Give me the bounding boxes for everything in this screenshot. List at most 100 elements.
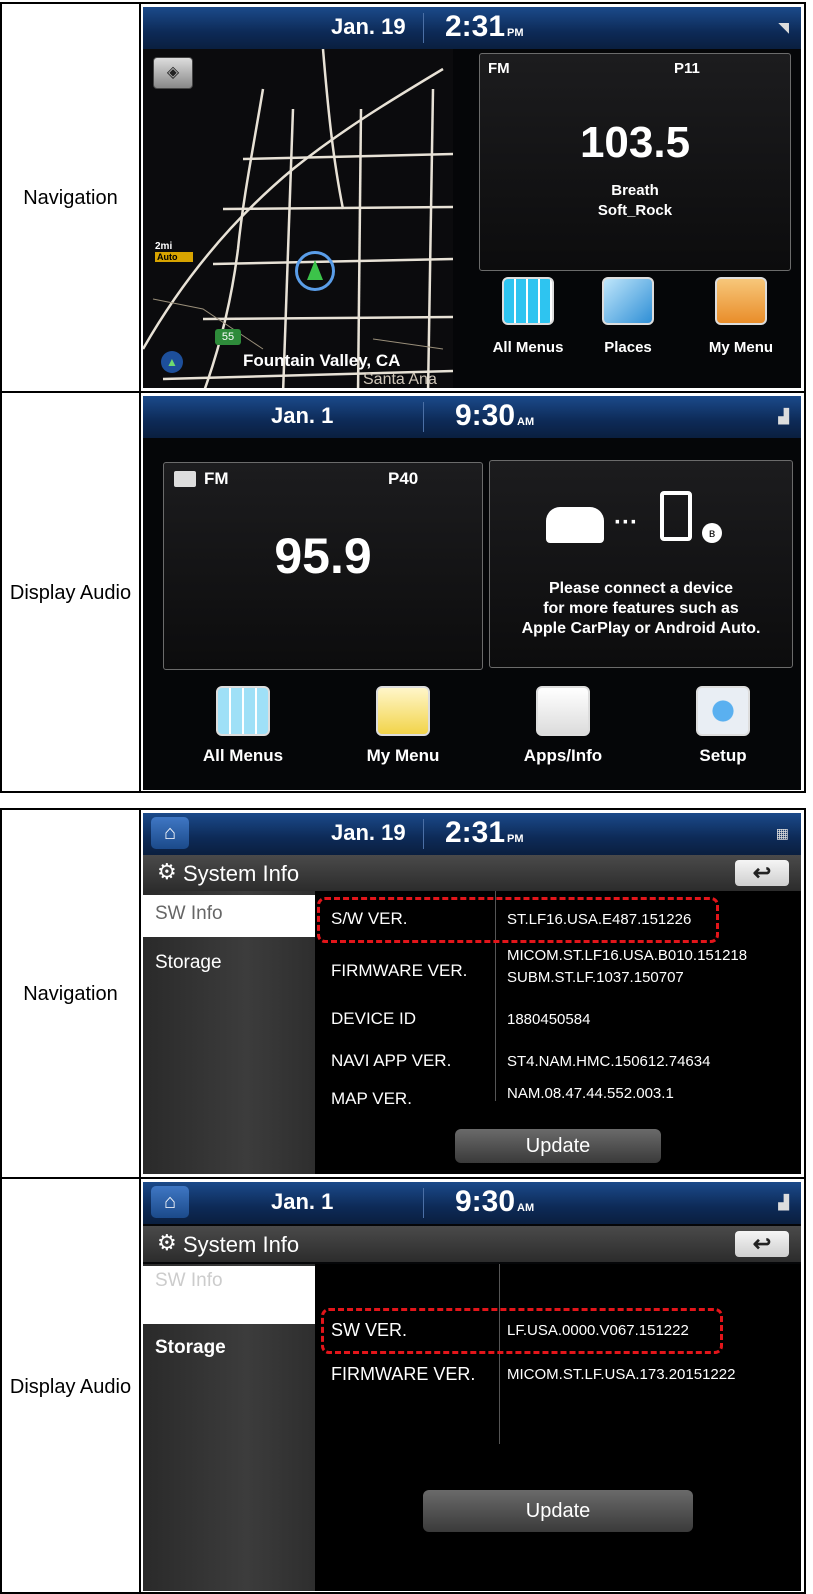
home-icon[interactable]: ⌂ (151, 817, 189, 849)
compass-icon[interactable]: ◈ (153, 57, 193, 89)
location-arrow-icon[interactable]: ▲ (161, 351, 183, 373)
update-button[interactable]: Update (455, 1129, 661, 1163)
system-info-table: Navigation ⌂ Jan. 19 2:31 PM ▦ ⚙ System I… (0, 808, 806, 1594)
radio-band: FM (204, 469, 229, 488)
page-title: System Info (183, 861, 300, 886)
radio-preset: P11 (674, 60, 700, 77)
status-bar: Jan. 19 2:31 PM ◥ (143, 7, 801, 49)
clock: 9:30 AM (455, 399, 535, 432)
tab-sw-info[interactable]: SW Info (143, 1266, 315, 1324)
status-divider (423, 819, 424, 849)
sidebar: SW Info Storage (143, 1264, 315, 1591)
tab-sw-info[interactable]: SW Info (143, 895, 315, 937)
map-roads (143, 49, 453, 388)
status-divider (423, 13, 424, 43)
connect-message: Please connect a device for more feature… (521, 580, 761, 637)
back-arrow-icon[interactable]: ↩ (735, 1231, 789, 1257)
street-label: Santa Ana (363, 371, 437, 388)
sw-version-highlight (317, 897, 719, 943)
apps-info-button[interactable]: Apps/Info (503, 686, 623, 786)
status-bar: ⌂ Jan. 19 2:31 PM ▦ (143, 813, 801, 855)
page-title: System Info (183, 1232, 300, 1257)
row-label-navigation: Navigation (2, 4, 141, 391)
apps-icon (536, 686, 590, 736)
status-bar: ⌂ Jan. 1 9:30 AM ▟ (143, 1182, 801, 1224)
nav-home-screen: Jan. 19 2:31 PM ◥ ◈ 2mi Auto 55 ▲ Founta… (143, 7, 801, 388)
radio-band: FM (488, 60, 510, 77)
radio-widget[interactable]: FM P11 103.5 Breath Soft_Rock (479, 53, 791, 271)
update-button[interactable]: Update (423, 1490, 693, 1532)
gear-icon: ⚙ (157, 859, 177, 884)
nav-home-row: Navigation Jan. 19 2:31 PM ◥ ◈ 2mi Auto … (2, 4, 804, 391)
row-label-display-audio: Display Audio (2, 393, 141, 793)
navi-app-version-value: ST4.NAM.HMC.150612.74634 (507, 1053, 711, 1070)
connection-dots: ··· (614, 509, 638, 536)
search-icon (602, 277, 654, 325)
da-sysinfo-screen: ⌂ Jan. 1 9:30 AM ▟ ⚙ System Info ↩ SW Inf… (143, 1182, 801, 1591)
phone-icon (660, 491, 692, 541)
da-home-row: Display Audio Jan. 1 9:30 AM ▟ FM P40 95.… (2, 391, 804, 793)
clock: 9:30 AM (455, 1185, 535, 1218)
current-position-marker (295, 251, 335, 291)
firmware-version-label: FIRMWARE VER. (331, 961, 468, 980)
sw-info-panel: SW VER. LF.USA.0000.V067.151222 FIRMWARE… (315, 1264, 801, 1591)
folder-icon (376, 686, 430, 736)
sw-info-panel: S/W VER. ST.LF16.USA.E487.151226 FIRMWAR… (315, 891, 801, 1174)
map-scale: 2mi Auto (155, 241, 193, 262)
grid-icon (216, 686, 270, 736)
sidebar: SW Info Storage (143, 891, 315, 1174)
date: Jan. 19 (331, 14, 406, 39)
radio-frequency: 95.9 (274, 528, 372, 584)
radio-widget[interactable]: FM P40 95.9 (163, 462, 483, 670)
signal-icon: ▦ (775, 825, 789, 841)
grid-icon (502, 277, 554, 325)
map-version-label: MAP VER. (331, 1089, 412, 1108)
title-bar: ⚙ System Info ↩ (143, 855, 801, 891)
sw-version-highlight (321, 1308, 723, 1354)
status-divider (423, 402, 424, 432)
my-menu-button[interactable]: My Menu (343, 686, 463, 786)
folder-icon (715, 277, 767, 325)
signal-icon: ▟ (778, 1194, 789, 1210)
da-home-screen: Jan. 1 9:30 AM ▟ FM P40 95.9 ··· ʙ Please… (143, 396, 801, 790)
tab-storage[interactable]: Storage (143, 945, 315, 981)
firmware-version-value: MICOM.ST.LF.USA.173.20151222 (507, 1366, 736, 1383)
title-bar: ⚙ System Info ↩ (143, 1226, 801, 1262)
all-menus-button[interactable]: All Menus (483, 277, 573, 377)
column-divider (499, 1264, 500, 1444)
gear-icon (696, 686, 750, 736)
home-icon[interactable]: ⌂ (151, 1186, 189, 1218)
device-id-label: DEVICE ID (331, 1009, 417, 1028)
status-bar: Jan. 1 9:30 AM ▟ (143, 396, 801, 438)
radio-station-line1: Breath (611, 182, 659, 199)
device-connect-widget[interactable]: ··· ʙ Please connect a device for more f… (489, 460, 793, 668)
date: Jan. 1 (271, 1189, 334, 1214)
tab-storage[interactable]: Storage (143, 1330, 315, 1366)
home-screens-table: Navigation Jan. 19 2:31 PM ◥ ◈ 2mi Auto … (0, 2, 806, 793)
gear-icon: ⚙ (157, 1230, 177, 1255)
status-divider (423, 1188, 424, 1218)
current-location-label: Fountain Valley, CA (243, 351, 401, 370)
nav-sysinfo-screen: ⌂ Jan. 19 2:31 PM ▦ ⚙ System Info ↩ SW In… (143, 813, 801, 1174)
nav-sysinfo-row: Navigation ⌂ Jan. 19 2:31 PM ▦ ⚙ System I… (2, 810, 804, 1177)
all-menus-button[interactable]: All Menus (183, 686, 303, 786)
date: Jan. 1 (271, 403, 334, 428)
radio-station-line2: Soft_Rock (597, 202, 673, 219)
firmware-version-label: FIRMWARE VER. (331, 1364, 476, 1384)
my-menu-button[interactable]: My Menu (691, 277, 791, 377)
row-label-display-audio: Display Audio (2, 1179, 141, 1594)
map-view[interactable]: ◈ 2mi Auto 55 ▲ Fountain Valley, CA Sant… (143, 49, 453, 388)
firmware-version-value-2: SUBM.ST.LF.1037.150707 (507, 969, 684, 986)
bluetooth-icon: ʙ (702, 523, 722, 543)
map-version-value: NAM.08.47.44.552.003.1 (507, 1085, 674, 1102)
row-label-navigation: Navigation (2, 810, 141, 1177)
places-button[interactable]: Places (583, 277, 673, 377)
radio-icon (174, 471, 196, 487)
date: Jan. 19 (331, 820, 406, 845)
back-arrow-icon[interactable]: ↩ (735, 860, 789, 886)
firmware-version-value-1: MICOM.ST.LF16.USA.B010.151218 (507, 947, 748, 964)
radio-preset: P40 (388, 469, 419, 488)
clock: 2:31 PM (445, 10, 524, 43)
setup-button[interactable]: Setup (663, 686, 783, 786)
radio-frequency: 103.5 (579, 118, 691, 167)
